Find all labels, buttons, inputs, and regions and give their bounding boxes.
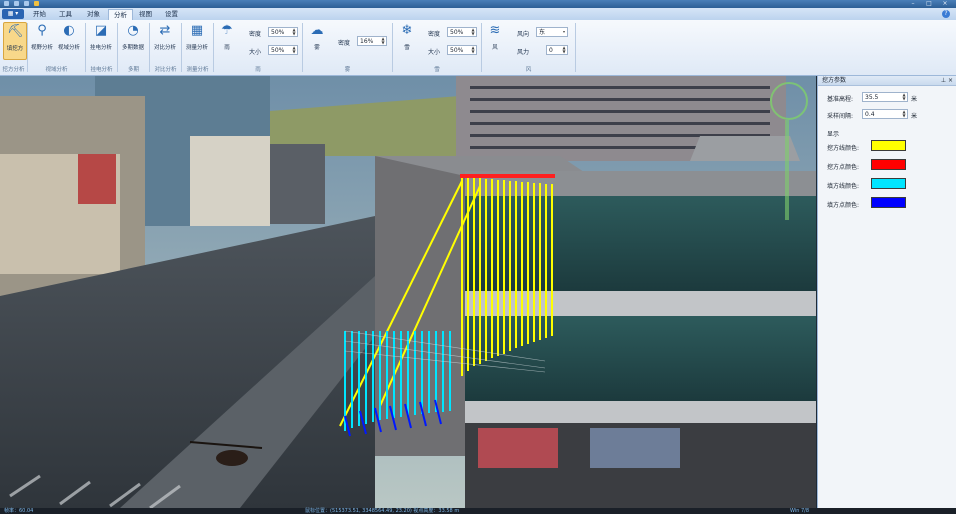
- group-label: 测量分析: [186, 67, 209, 73]
- app-menu-icon[interactable]: [4, 1, 9, 6]
- group-label: 雪: [434, 67, 440, 73]
- snow-button[interactable]: ❄ 雪: [396, 22, 418, 58]
- fill-point-color-label: 填方点颜色:: [827, 202, 860, 209]
- rain-density-field[interactable]: 50% ▲ ▼: [268, 27, 298, 37]
- excavation-points: [460, 174, 555, 178]
- group-label: 挂电分析: [90, 67, 113, 73]
- scene-render: [0, 76, 816, 508]
- wind-force-field[interactable]: 0 ▲ ▼: [546, 45, 568, 55]
- ribbon: ⛏ 填挖方 ⚲ 视野分析 ◐ 视域分析 ◪ 挂电分析 ◔ 多期数据 ⇄ 对比分析…: [0, 20, 956, 76]
- close-window-icon[interactable]: ×: [938, 0, 952, 8]
- rain-size-field[interactable]: 50% ▲ ▼: [268, 45, 298, 55]
- cut-line-color-label: 挖方线颜色:: [827, 145, 860, 152]
- excavation-button[interactable]: ⛏ 填挖方: [3, 22, 27, 60]
- group-label: 雾: [344, 67, 351, 73]
- os-label: Win 7/8: [790, 508, 810, 514]
- group-label: 视域分析: [45, 67, 68, 73]
- maximize-icon[interactable]: □: [922, 0, 936, 8]
- multi-period-icon: ◔: [127, 23, 139, 38]
- wind-button[interactable]: ≋ 风: [484, 22, 506, 58]
- title-bar: – □ ×: [0, 0, 956, 8]
- tab-objects[interactable]: 对象: [82, 9, 105, 19]
- 3d-viewport[interactable]: [0, 76, 816, 508]
- snow-density-field[interactable]: 50% ▲ ▼: [447, 27, 477, 37]
- base-height-label: 基准高程:: [827, 96, 854, 103]
- folder-quick-icon[interactable]: [34, 1, 39, 6]
- chevron-down-icon[interactable]: ▾: [561, 28, 567, 36]
- profile-analysis-icon: ◪: [94, 23, 108, 38]
- fps-readout: 帧率：60.04: [4, 508, 34, 514]
- compare-button[interactable]: ⇄ 对比分析: [152, 22, 178, 58]
- snow-icon: ❄: [401, 23, 413, 38]
- measure-icon: ▦: [190, 23, 204, 38]
- view-analysis-button[interactable]: ⚲ 视野分析: [30, 22, 54, 58]
- view-analysis-icon: ⚲: [37, 23, 47, 38]
- help-icon[interactable]: ?: [942, 10, 950, 18]
- spin-icon[interactable]: ▲ ▼: [291, 28, 297, 36]
- panel-pin-close-icon[interactable]: ⊥ ×: [941, 76, 953, 85]
- excavation-icon: ⛏: [7, 24, 24, 39]
- group-label: 雨: [255, 67, 261, 73]
- tab-start[interactable]: 开始: [28, 9, 51, 19]
- save-quick-icon[interactable]: [14, 1, 19, 6]
- wind-direction-select[interactable]: 东 ▾: [536, 27, 568, 37]
- mouse-position-readout: 鼠标位置：(515373.51, 3348564.49, 23.20) 视点高度…: [305, 508, 460, 514]
- sample-interval-label: 采样间隔:: [827, 113, 854, 120]
- display-section-label: 显示: [827, 131, 840, 138]
- measure-button[interactable]: ▦ 测量分析: [184, 22, 210, 58]
- spin-icon[interactable]: ▲ ▼: [470, 46, 476, 54]
- fill-point-color-swatch[interactable]: [871, 197, 906, 208]
- sample-interval-field[interactable]: 0.4 ▲ ▼: [862, 109, 908, 119]
- viewshed-icon: ◐: [63, 23, 75, 38]
- undo-quick-icon[interactable]: [24, 1, 29, 6]
- spin-icon[interactable]: ▲ ▼: [901, 93, 907, 101]
- base-height-field[interactable]: 35.5 ▲ ▼: [862, 92, 908, 102]
- rain-icon: ☂: [221, 23, 233, 38]
- tab-tools[interactable]: 工具: [54, 9, 77, 19]
- fill-line-color-swatch[interactable]: [871, 178, 906, 189]
- fog-density-field[interactable]: 16% ▲ ▼: [357, 36, 387, 46]
- application-button[interactable]: ▦ ▾: [2, 9, 24, 19]
- rain-button[interactable]: ☂ 雨: [216, 22, 238, 58]
- profile-analysis-button[interactable]: ◪ 挂电分析: [88, 22, 114, 58]
- cut-point-color-label: 挖方点颜色:: [827, 164, 860, 171]
- tab-analysis[interactable]: 分析: [108, 9, 133, 20]
- panel-title: 挖方参数: [822, 77, 847, 84]
- base-height-unit: 米: [911, 96, 918, 103]
- excavation-parameters-panel: 挖方参数 ⊥ × 基准高程: 35.5 ▲ ▼ 米 采样间隔: 0.4 ▲ ▼ 米 显示…: [817, 76, 956, 508]
- spin-icon[interactable]: ▲ ▼: [380, 37, 386, 45]
- cut-line-color-swatch[interactable]: [871, 140, 906, 151]
- compass-icon[interactable]: [770, 82, 808, 120]
- compare-icon: ⇄: [159, 23, 171, 38]
- spin-icon[interactable]: ▲ ▼: [901, 110, 907, 118]
- fill-line-color-label: 填方线颜色:: [827, 183, 860, 190]
- zoom-slider[interactable]: [785, 120, 789, 220]
- sample-interval-unit: 米: [911, 113, 918, 120]
- group-label: 风: [525, 67, 532, 73]
- fog-button[interactable]: ☁ 雾: [306, 22, 328, 58]
- minimize-icon[interactable]: –: [906, 0, 920, 8]
- group-label: 多期: [127, 67, 139, 73]
- panel-title-bar: 挖方参数 ⊥ ×: [818, 76, 956, 86]
- spin-icon[interactable]: ▲ ▼: [470, 28, 476, 36]
- multi-period-button[interactable]: ◔ 多期数据: [120, 22, 146, 58]
- spin-icon[interactable]: ▲ ▼: [291, 46, 297, 54]
- cut-point-color-swatch[interactable]: [871, 159, 906, 170]
- snow-size-field[interactable]: 50% ▲ ▼: [447, 45, 477, 55]
- group-label: 对比分析: [154, 67, 177, 73]
- viewshed-button[interactable]: ◐ 视域分析: [57, 22, 81, 58]
- wind-icon: ≋: [489, 23, 501, 38]
- spin-icon[interactable]: ▲ ▼: [561, 46, 567, 54]
- fog-icon: ☁: [310, 23, 324, 38]
- tab-settings[interactable]: 设置: [160, 9, 183, 19]
- group-label: 挖方分析: [2, 67, 25, 73]
- tab-view[interactable]: 视图: [134, 9, 157, 19]
- status-bar: 帧率：60.04 鼠标位置：(515373.51, 3348564.49, 23…: [0, 508, 956, 514]
